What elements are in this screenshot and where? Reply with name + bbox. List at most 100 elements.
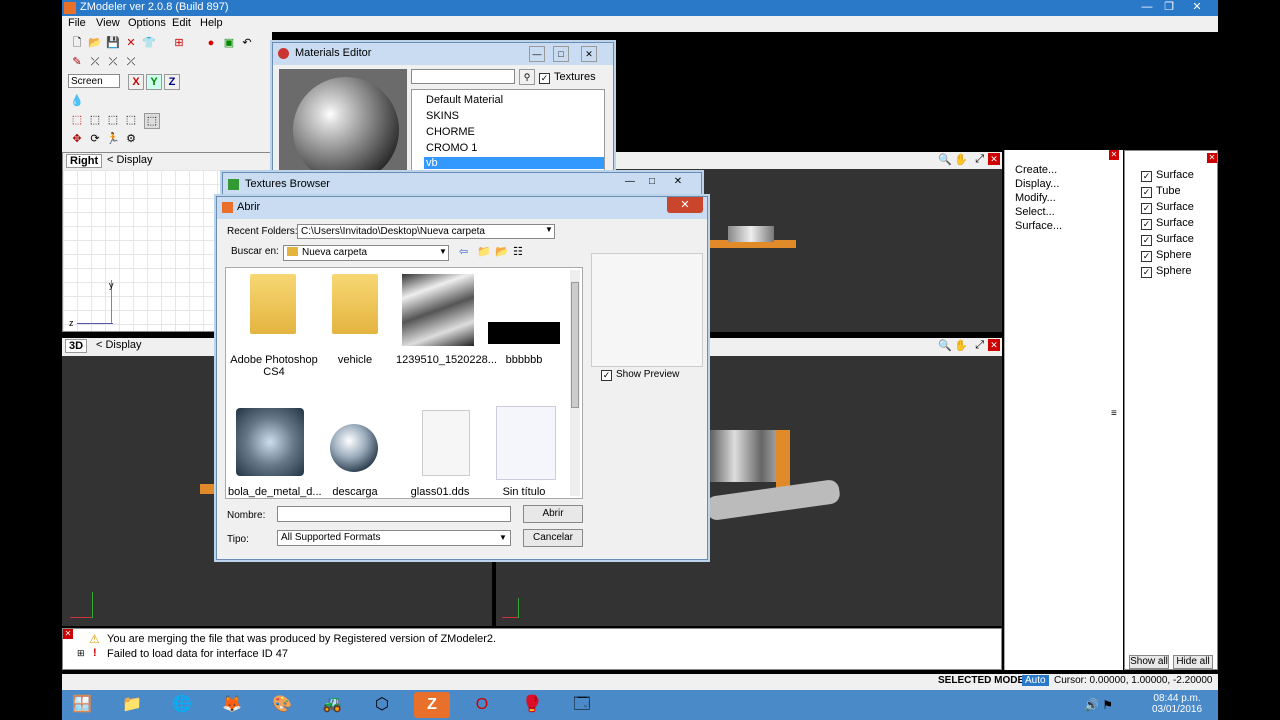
viewport-3d-display[interactable]: < Display — [96, 339, 142, 351]
checkbox-icon[interactable]: ✓ — [1141, 251, 1152, 262]
file-item-label[interactable]: descarga — [322, 486, 388, 498]
menu-view[interactable]: View — [96, 17, 120, 29]
figure-icon[interactable]: 🏃 — [106, 132, 120, 146]
zoom-icon[interactable]: 🔍 — [938, 339, 952, 352]
menu-help[interactable]: Help — [200, 17, 223, 29]
object-panel-close-icon[interactable]: ✕ — [1207, 153, 1217, 163]
fit-icon[interactable]: ⤢ — [975, 153, 984, 166]
object-item[interactable]: ✓ Surface — [1141, 169, 1194, 182]
object-item[interactable]: ✓ Surface — [1141, 201, 1194, 214]
show-preview-checkbox[interactable]: ✓ Show Preview — [601, 369, 679, 381]
shirt-icon[interactable]: 👕 — [142, 36, 156, 50]
close-icon[interactable]: ✕ — [669, 176, 687, 190]
object-item[interactable]: ✓ Surface — [1141, 233, 1194, 246]
file-item-label[interactable]: glass01.dds — [402, 486, 478, 498]
object-item[interactable]: ✓ Tube — [1141, 185, 1181, 198]
new-file-icon[interactable]: 🗋 — [70, 36, 84, 50]
menu-edit[interactable]: Edit — [172, 17, 191, 29]
materials-icon[interactable]: ▣ — [222, 36, 236, 50]
viewport-right-display[interactable]: < Display — [107, 154, 153, 166]
game-app-icon[interactable]: 🚜 — [314, 692, 350, 718]
material-item[interactable]: Default Material — [426, 94, 503, 106]
checkbox-icon[interactable]: ✓ — [1141, 235, 1152, 246]
snap-icon[interactable]: ⤫ — [88, 55, 102, 69]
command-display[interactable]: Display... — [1015, 178, 1059, 190]
close-icon[interactable]: ✕ — [1186, 0, 1208, 14]
object-item[interactable]: ✓ Sphere — [1141, 265, 1191, 278]
open-button[interactable]: Abrir — [523, 505, 583, 523]
viewport-close-icon[interactable]: ✕ — [988, 339, 1000, 351]
zoom-icon[interactable]: 🔍 — [938, 153, 952, 166]
zmodeler-taskbar-icon[interactable]: Z — [414, 692, 450, 718]
file-item-label[interactable]: bola_de_metal_d... — [228, 486, 322, 498]
splitter-handle[interactable]: ≡ — [1111, 408, 1117, 419]
hexagon-app-icon[interactable]: ⬡ — [364, 692, 400, 718]
recent-folders-select[interactable]: C:\Users\Invitado\Desktop\Nueva carpeta — [297, 224, 555, 239]
material-item[interactable]: CROMO 1 — [426, 142, 477, 154]
tray-icons[interactable]: 🔊 ⚑ — [1084, 698, 1113, 712]
maximize-icon[interactable]: □ — [643, 176, 661, 190]
file-item-label[interactable]: bbbbbb — [486, 354, 562, 366]
maximize-icon[interactable]: □ — [553, 46, 569, 62]
command-modify[interactable]: Modify... — [1015, 192, 1056, 204]
new-folder-icon[interactable]: 📂 — [495, 245, 509, 258]
menu-file[interactable]: File — [68, 17, 86, 29]
restore-icon[interactable]: ❐ — [1158, 0, 1180, 14]
save-icon[interactable]: 💾 — [106, 36, 120, 50]
window-app-icon[interactable]: 🗔 — [564, 692, 600, 718]
back-icon[interactable]: ⇦ — [459, 245, 468, 258]
close-icon[interactable]: ✕ — [667, 197, 703, 213]
viewport-right-tag[interactable]: Right — [66, 154, 103, 168]
checkbox-icon[interactable]: ✓ — [1141, 171, 1152, 182]
viewport-3d-tag[interactable]: 3D — [65, 339, 88, 353]
droplet-icon[interactable]: 💧 — [70, 94, 84, 108]
pan-icon[interactable]: ✋ — [954, 339, 968, 352]
material-name-input[interactable] — [411, 69, 515, 84]
clock[interactable]: 08:44 p.m. 03/01/2016 — [1152, 693, 1202, 715]
hide-all-button[interactable]: Hide all — [1173, 655, 1213, 669]
material-item-selected[interactable]: vb — [424, 157, 604, 169]
select-icon[interactable]: ⬚ — [70, 113, 84, 127]
command-create[interactable]: Create... — [1015, 164, 1057, 176]
scrollbar[interactable] — [570, 270, 580, 496]
checkbox-icon[interactable]: ✓ — [601, 370, 612, 381]
object-item[interactable]: ✓ Sphere — [1141, 249, 1191, 262]
start-button-icon[interactable]: 🪟 — [64, 692, 100, 718]
opera-icon[interactable]: O — [464, 692, 500, 718]
material-item[interactable]: SKINS — [426, 110, 459, 122]
box3-icon[interactable]: ⬚ — [124, 113, 138, 127]
file-item-label[interactable]: vehicle — [322, 354, 388, 366]
checkbox-icon[interactable]: ✓ — [1141, 267, 1152, 278]
paint-icon[interactable]: ✎ — [70, 55, 84, 69]
move-icon[interactable]: ✥ — [70, 132, 84, 146]
cancel-button[interactable]: Cancelar — [523, 529, 583, 547]
show-all-button[interactable]: Show all — [1129, 655, 1169, 669]
command-surface[interactable]: Surface... — [1015, 220, 1062, 232]
tipo-select[interactable]: All Supported Formats — [277, 530, 511, 546]
chrome-icon[interactable]: 🌐 — [164, 692, 200, 718]
file-item-label[interactable]: Sin título — [488, 486, 560, 498]
file-item-label[interactable]: Adobe Photoshop CS4 — [228, 354, 320, 378]
nombre-input[interactable] — [277, 506, 511, 522]
checkbox-icon[interactable]: ✓ — [1141, 187, 1152, 198]
checkbox-icon[interactable]: ✓ — [1141, 219, 1152, 230]
box4-icon[interactable]: ⬚ — [144, 113, 160, 129]
record-icon[interactable]: ● — [204, 36, 218, 50]
minimize-icon[interactable]: — — [529, 46, 545, 62]
delete-icon[interactable]: ✕ — [124, 36, 138, 50]
box2-icon[interactable]: ⬚ — [106, 113, 120, 127]
firefox-icon[interactable]: 🦊 — [214, 692, 250, 718]
materials-list[interactable]: Default Material SKINS CHORME CROMO 1 vb — [411, 89, 605, 179]
material-item[interactable]: CHORME — [426, 126, 475, 138]
command-panel-close-icon[interactable]: ✕ — [1109, 150, 1119, 160]
snap3-icon[interactable]: ⤫ — [124, 55, 138, 69]
checkbox-icon[interactable]: ✓ — [539, 73, 550, 84]
box-icon[interactable]: ⬚ — [88, 113, 102, 127]
axis-y-toggle[interactable]: Y — [146, 74, 162, 90]
viewport-close-icon[interactable]: ✕ — [988, 153, 1000, 165]
open-file-icon[interactable]: 📂 — [88, 36, 102, 50]
close-icon[interactable]: ✕ — [581, 46, 597, 62]
file-list-view[interactable]: Adobe Photoshop CS4 vehicle 1239510_1520… — [225, 267, 583, 499]
chevron-down-icon[interactable]: ▼ — [499, 533, 507, 542]
explorer-icon[interactable]: 📁 — [114, 692, 150, 718]
